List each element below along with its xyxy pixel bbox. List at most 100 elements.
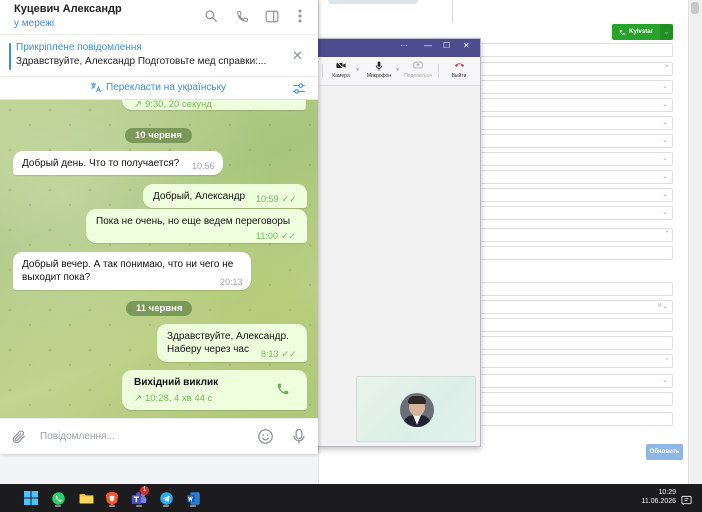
message-incoming[interactable]: Добрый день. Что то получается? 10:56 — [13, 151, 223, 175]
crm-submit-button[interactable]: Обновить — [646, 444, 683, 460]
crm-select[interactable]: ⌄ — [478, 98, 673, 112]
share-label: Поделиться — [404, 73, 432, 79]
arrow-up-right-icon: ↗ — [134, 100, 142, 110]
crm-field[interactable] — [478, 412, 673, 426]
chevron-down-icon: ⌄ — [662, 209, 668, 216]
date-separator: 11 червня — [126, 301, 193, 316]
crm-field[interactable] — [478, 392, 673, 406]
crm-field[interactable]: • — [478, 228, 673, 242]
crm-top-tab[interactable] — [328, 0, 418, 4]
crm-field[interactable] — [478, 282, 673, 296]
message-outgoing[interactable]: Пока не очень, но еще ведем переговоры 1… — [86, 209, 307, 243]
crm-select[interactable]: ⌄ — [478, 80, 673, 94]
share-screen-icon — [404, 61, 432, 73]
message-input[interactable]: Повідомлення... — [40, 431, 115, 442]
microphone-button[interactable]: Микрофон — [365, 61, 393, 79]
contact-name[interactable]: Куцевич Александр — [14, 3, 122, 15]
call-message-bubble[interactable]: Вихідний виклик ↗ 10:28, 4 хв 44 с — [122, 370, 307, 410]
call-toolbar: Камера ⌄ Микрофон ⌄ Поделиться Выйти — [318, 57, 480, 86]
chevron-down-icon: ⌄ — [662, 155, 668, 162]
crm-select[interactable]: ⌄ — [478, 170, 673, 184]
message-incoming[interactable]: Добрый вечер. А так понимаю, что ни чего… — [13, 252, 251, 290]
phone-icon[interactable] — [276, 382, 290, 400]
close-icon[interactable]: ✕ — [292, 49, 303, 62]
close-icon[interactable]: ✕ — [463, 41, 470, 50]
crm-call-dropdown[interactable]: ⌄ — [660, 24, 673, 40]
arrow-up-right-icon: ↗ — [134, 393, 142, 404]
phone-icon[interactable] — [234, 8, 250, 24]
taskbar-telegram[interactable] — [156, 488, 176, 508]
paperclip-icon[interactable] — [11, 429, 27, 450]
chevron-down-icon: ⌄ — [662, 303, 668, 310]
whatsapp-icon — [51, 491, 65, 505]
system-clock[interactable]: 10:29 11.06.2026 — [630, 488, 676, 506]
taskbar-brave[interactable] — [102, 488, 122, 508]
search-icon[interactable] — [203, 8, 219, 24]
taskbar-teams[interactable]: 1 — [129, 486, 149, 508]
chevron-down-icon: ⌄ — [662, 173, 668, 180]
running-indicator — [55, 505, 61, 507]
emoji-icon[interactable] — [257, 428, 274, 450]
crm-select[interactable]: ⌄ — [478, 206, 673, 220]
chevron-down-icon[interactable]: ⌄ — [355, 65, 360, 72]
call-stage — [318, 86, 480, 446]
crm-call-button[interactable]: Kyivstar — [612, 24, 660, 40]
maximize-icon[interactable]: ☐ — [443, 41, 450, 50]
sidebar-toggle-icon[interactable] — [264, 8, 280, 24]
share-button[interactable]: Поделиться — [404, 61, 432, 79]
telegram-window: Куцевич Александр у мережі Прикріплене п… — [0, 0, 318, 454]
microphone-icon[interactable] — [292, 428, 306, 450]
call-message-bubble[interactable]: ↗ 9:30, 20 секунд — [122, 100, 306, 110]
message-text: Пока не очень, но еще ведем переговоры — [96, 216, 291, 227]
crm-field[interactable] — [478, 43, 673, 57]
crm-field[interactable] — [478, 318, 673, 332]
translate-button[interactable]: Перекласти на українську — [90, 82, 226, 93]
crm-select[interactable]: ⌄ — [478, 374, 673, 388]
telegram-icon — [159, 491, 173, 505]
message-meta: 10:59 ✓✓ — [256, 193, 297, 206]
notifications-icon[interactable] — [681, 493, 692, 511]
word-icon — [186, 491, 200, 505]
crm-select[interactable]: ⌄ — [478, 134, 673, 148]
crm-select[interactable]: ⌄ — [478, 152, 673, 166]
crm-select[interactable]: ⌄ — [478, 116, 673, 130]
call-window-titlebar[interactable]: ··· — ☐ ✕ — [318, 39, 480, 57]
crm-select[interactable]: ✕ ⌄ — [478, 300, 673, 314]
taskbar-word[interactable] — [183, 488, 203, 508]
crm-field[interactable] — [478, 246, 673, 260]
leave-call-button[interactable]: Выйти — [445, 61, 473, 79]
chat-header[interactable]: Куцевич Александр у мережі — [0, 0, 318, 34]
translate-bar[interactable]: Перекласти на українську — [0, 76, 318, 100]
more-icon[interactable]: ··· — [400, 41, 408, 50]
message-time: 11:00 — [256, 231, 278, 241]
chevron-down-icon: ⌄ — [662, 377, 668, 384]
camera-icon — [327, 61, 355, 73]
crm-field[interactable] — [478, 336, 673, 350]
crm-date-field[interactable]: ▫ — [478, 354, 673, 368]
running-indicator — [136, 505, 142, 507]
more-vertical-icon[interactable] — [292, 8, 308, 24]
camera-button[interactable]: Камера — [327, 61, 355, 79]
crm-field[interactable]: • — [478, 62, 673, 76]
crm-scrollbar-thumb[interactable] — [691, 2, 699, 14]
start-button[interactable] — [21, 488, 41, 508]
taskbar-whatsapp[interactable] — [48, 488, 68, 508]
self-video-preview[interactable] — [356, 376, 476, 442]
call-info-text: 10:28, 4 хв 44 с — [144, 393, 213, 404]
translate-settings-icon[interactable] — [292, 82, 306, 100]
minimize-icon[interactable]: — — [424, 41, 432, 50]
taskbar-file-explorer[interactable] — [76, 488, 96, 508]
crm-select[interactable]: ⌄ — [478, 188, 673, 202]
crm-scrollbar[interactable] — [688, 0, 702, 484]
message-outgoing[interactable]: Здравствуйте, Александр. Наберу через ча… — [157, 324, 307, 362]
message-text-line: Наберу через час — [167, 344, 249, 355]
brave-icon — [105, 491, 119, 505]
pinned-message-bar[interactable]: Прикріплене повідомлення Здравствуйте, А… — [0, 34, 318, 76]
chevron-down-icon: ⌄ — [662, 101, 668, 108]
chevron-down-icon[interactable]: ⌄ — [395, 65, 400, 72]
message-meta: 11:00 ✓✓ — [256, 230, 296, 243]
chat-area[interactable]: ↗ 9:30, 20 секунд 10 червня Добрый день.… — [0, 100, 318, 418]
message-time: 10:59 — [256, 194, 279, 204]
message-outgoing[interactable]: Добрый, Александр 10:59 ✓✓ — [143, 184, 307, 208]
call-info: ↗ 10:28, 4 хв 44 с — [134, 392, 212, 405]
